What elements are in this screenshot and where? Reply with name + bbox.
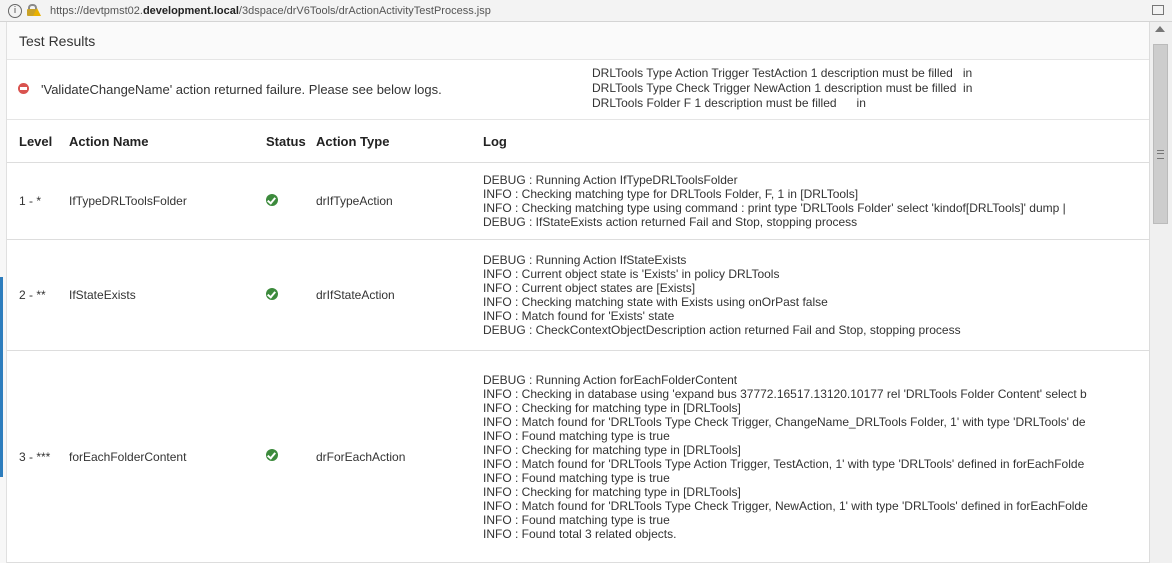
log-line: INFO : Checking in database using 'expan… [483,386,1087,401]
action-name-cell: IfTypeDRLToolsFolder [69,162,266,240]
error-message: 'ValidateChangeName' action returned fai… [41,82,442,97]
level-cell: 2 - ** [7,239,69,351]
action-type-cell: drIfStateAction [316,239,483,351]
status-cell [266,239,316,351]
log-line: DEBUG : Running Action IfTypeDRLToolsFol… [483,173,738,187]
log-line: INFO : Current object states are [Exists… [483,281,696,295]
left-accent-bar [0,277,3,477]
table-row: 3 - *** forEachFolderContent drForEachAc… [7,350,1149,563]
log-line: INFO : Match found for 'DRLTools Type Ch… [483,414,1086,429]
level-cell: 1 - * [7,162,69,240]
log-line: DEBUG : CheckContextObjectDescription ac… [483,323,961,337]
table-row: 2 - ** IfStateExists drIfStateAction DEB… [7,239,1149,351]
checkmark-circle-icon [266,287,278,300]
test-results-panel: Test Results 'ValidateChangeName' action… [7,22,1149,563]
action-name-cell: forEachFolderContent [69,350,266,563]
page-title: Test Results [7,22,1149,60]
log-line: INFO : Found matching type is true [483,428,670,443]
results-table: Level Action Name Status Action Type Log… [7,120,1149,563]
lock-warning-icon[interactable] [26,4,41,17]
log-cell: DEBUG : Running Action IfStateExists INF… [483,239,1149,351]
page-title-text: Test Results [19,32,96,49]
info-icon[interactable]: i [8,3,22,18]
column-header-action-name: Action Name [69,120,266,163]
log-line: INFO : Match found for 'DRLTools Type Ch… [483,498,1088,513]
address-bar[interactable]: i https://devtpmst02.development.local/3… [0,0,1172,22]
log-line: INFO : Checking for matching type in [DR… [483,484,741,499]
table-row: 1 - * IfTypeDRLToolsFolder drIfTypeActio… [7,162,1149,240]
scroll-up-arrow-icon[interactable] [1155,26,1165,32]
scroll-grip-icon [1157,150,1164,159]
log-line: INFO : Checking matching type for DRLToo… [483,187,859,201]
log-line: DEBUG : Running Action IfStateExists [483,253,687,267]
error-message-area: 'ValidateChangeName' action returned fai… [7,60,1149,120]
log-line: INFO : Found matching type is true [483,512,670,527]
log-line: INFO : Checking for matching type in [DR… [483,442,741,457]
column-header-status: Status [266,120,316,163]
log-line: DEBUG : Running Action forEachFolderCont… [483,372,738,387]
validation-message: DRLTools Type Action Trigger TestAction … [592,66,973,80]
vertical-scrollbar[interactable] [1149,22,1172,563]
column-header-level: Level [7,120,69,163]
log-line: INFO : Match found for 'DRLTools Type Ac… [483,456,1085,471]
column-header-action-type: Action Type [316,120,483,163]
table-header-row: Level Action Name Status Action Type Log [7,120,1149,163]
log-cell: DEBUG : Running Action IfTypeDRLToolsFol… [483,162,1149,240]
left-edge-panel [0,22,7,563]
action-type-cell: drIfTypeAction [316,162,483,240]
log-line: INFO : Found matching type is true [483,470,670,485]
status-cell [266,350,316,563]
url-text[interactable]: https://devtpmst02.development.local/3ds… [50,5,491,17]
validation-message: DRLTools Type Check Trigger NewAction 1 … [592,81,973,95]
scrollbar-thumb[interactable] [1153,44,1168,224]
action-type-cell: drForEachAction [316,350,483,563]
log-line: INFO : Current object state is 'Exists' … [483,267,780,281]
error-icon [18,83,29,94]
validation-messages: DRLTools Type Action Trigger TestAction … [592,66,972,111]
log-line: DEBUG : IfStateExists action returned Fa… [483,215,858,229]
reader-view-icon[interactable] [1152,5,1164,15]
action-name-cell: IfStateExists [69,239,266,351]
log-cell: DEBUG : Running Action forEachFolderCont… [483,350,1149,563]
log-line: INFO : Checking matching type using comm… [483,201,1066,215]
log-line: INFO : Found total 3 related objects. [483,526,677,541]
status-cell [266,162,316,240]
checkmark-circle-icon [266,193,278,206]
validation-message: DRLTools Folder F 1 description must be … [592,96,866,110]
column-header-log: Log [483,120,1149,163]
log-line: INFO : Match found for 'Exists' state [483,309,675,323]
log-line: INFO : Checking matching state with Exis… [483,295,828,309]
checkmark-circle-icon [266,449,278,461]
level-cell: 3 - *** [7,350,69,563]
log-line: INFO : Checking for matching type in [DR… [483,400,741,415]
